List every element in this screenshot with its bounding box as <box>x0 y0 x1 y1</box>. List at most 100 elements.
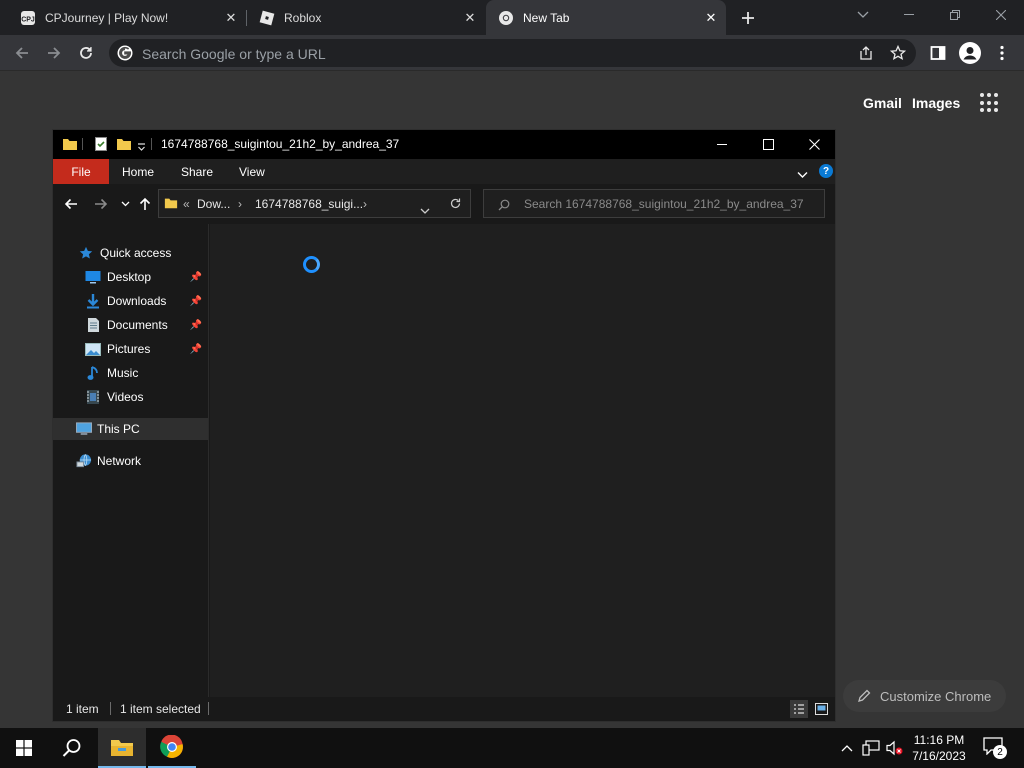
notification-count-badge: 2 <box>993 745 1007 759</box>
nav-item-network[interactable]: Network <box>53 450 208 472</box>
google-icon <box>117 45 133 61</box>
breadcrumb-overflow[interactable]: « <box>183 197 190 211</box>
pin-icon[interactable]: 📌 <box>190 320 202 331</box>
tab-file[interactable]: File <box>53 159 109 184</box>
clock-time: 11:16 PM <box>913 733 965 747</box>
back-button[interactable] <box>10 41 34 65</box>
pin-icon[interactable]: 📌 <box>190 344 202 355</box>
customize-qat-icon[interactable] <box>137 139 146 157</box>
taskbar-search-button[interactable] <box>48 728 96 768</box>
picture-icon <box>85 341 101 357</box>
taskbar-chrome[interactable] <box>148 728 196 768</box>
google-apps-icon[interactable] <box>980 93 1000 113</box>
chrome-icon <box>498 10 514 26</box>
close-window-button[interactable] <box>978 0 1024 30</box>
nav-label: Network <box>97 454 142 468</box>
file-list-pane[interactable] <box>210 224 835 697</box>
explorer-minimize-button[interactable] <box>699 130 745 159</box>
nav-item-videos[interactable]: Videos <box>53 386 208 408</box>
chrome-icon <box>160 735 183 758</box>
profile-avatar-icon[interactable] <box>958 41 982 65</box>
network-status-icon[interactable] <box>862 739 880 757</box>
toolbar-divider <box>151 138 152 150</box>
explorer-back-button[interactable] <box>61 194 81 214</box>
tab-cpjourney[interactable]: CPJ CPJourney | Play Now! ✕ <box>8 0 246 35</box>
new-tab-button[interactable] <box>737 7 759 29</box>
gmail-link[interactable]: Gmail <box>863 95 902 111</box>
close-tab-icon[interactable]: ✕ <box>702 9 720 27</box>
minimize-button[interactable] <box>886 0 932 30</box>
address-history-icon[interactable] <box>420 201 430 219</box>
explorer-search-box[interactable]: Search 1674788768_suigintou_21h2_by_andr… <box>483 189 825 218</box>
recent-locations-icon[interactable] <box>115 194 135 214</box>
share-icon[interactable] <box>858 45 874 66</box>
taskbar-file-explorer[interactable] <box>98 728 146 768</box>
nav-label: Downloads <box>107 294 167 308</box>
file-explorer-window: 1674788768_suigintou_21h2_by_andrea_37 F… <box>52 129 836 722</box>
pin-icon[interactable]: 📌 <box>190 272 202 283</box>
tab-new-tab[interactable]: New Tab ✕ <box>486 0 726 35</box>
nav-item-downloads[interactable]: Downloads 📌 <box>53 290 208 312</box>
expand-ribbon-icon[interactable] <box>797 166 808 184</box>
chrome-tab-strip: CPJ CPJourney | Play Now! ✕ Roblox ✕ New… <box>0 0 1024 35</box>
system-clock[interactable]: 11:16 PM 7/16/2023 <box>910 732 968 764</box>
nav-item-this-pc[interactable]: This PC <box>53 418 208 440</box>
video-icon <box>85 389 101 405</box>
cpjourney-icon: CPJ <box>20 10 36 26</box>
explorer-forward-button[interactable] <box>91 194 111 214</box>
forward-button[interactable] <box>42 41 66 65</box>
volume-muted-icon[interactable] <box>886 739 904 757</box>
tab-search-button[interactable] <box>840 0 886 30</box>
restore-button[interactable] <box>932 0 978 30</box>
details-view-icon[interactable] <box>790 700 808 718</box>
address-bar[interactable]: « Dow... › 1674788768_suigi... › <box>158 189 471 218</box>
status-divider <box>110 702 111 715</box>
search-icon <box>498 198 510 216</box>
start-button[interactable] <box>0 728 48 768</box>
large-icons-view-icon[interactable] <box>812 700 830 718</box>
action-center-button[interactable]: 2 <box>983 737 1007 759</box>
properties-icon[interactable] <box>93 136 109 157</box>
reload-button[interactable] <box>74 41 98 65</box>
tab-roblox[interactable]: Roblox ✕ <box>247 0 485 35</box>
breadcrumb-current-folder[interactable]: 1674788768_suigi... <box>255 197 363 211</box>
bookmark-star-icon[interactable] <box>889 44 907 66</box>
explorer-window-title: 1674788768_suigintou_21h2_by_andrea_37 <box>161 137 400 151</box>
help-icon[interactable]: ? <box>819 164 833 178</box>
nav-item-desktop[interactable]: Desktop 📌 <box>53 266 208 288</box>
folder-icon <box>164 196 178 215</box>
nav-label: Desktop <box>107 270 152 284</box>
breadcrumb-downloads[interactable]: Dow... <box>197 197 230 211</box>
breadcrumb-separator-icon[interactable]: › <box>238 197 242 211</box>
kebab-menu-icon[interactable] <box>990 41 1014 65</box>
side-panel-icon[interactable] <box>926 41 950 65</box>
nav-item-documents[interactable]: Documents 📌 <box>53 314 208 336</box>
explorer-maximize-button[interactable] <box>745 130 791 159</box>
breadcrumb-separator-icon[interactable]: › <box>363 197 367 211</box>
nav-label: Quick access <box>100 246 172 260</box>
omnibox[interactable]: Search Google or type a URL <box>109 39 916 67</box>
explorer-navigation-bar: « Dow... › 1674788768_suigi... › Search … <box>53 184 835 224</box>
search-placeholder: Search 1674788768_suigintou_21h2_by_andr… <box>524 197 804 211</box>
new-folder-icon[interactable] <box>116 136 132 157</box>
close-tab-icon[interactable]: ✕ <box>222 9 240 27</box>
show-hidden-icons-button[interactable] <box>838 739 856 757</box>
refresh-icon[interactable] <box>449 197 462 215</box>
nav-item-music[interactable]: Music <box>53 362 208 384</box>
network-globe-icon <box>76 453 92 469</box>
pin-icon[interactable]: 📌 <box>190 296 202 307</box>
tab-share[interactable]: Share <box>181 165 213 179</box>
customize-chrome-button[interactable]: Customize Chrome <box>843 680 1006 712</box>
tab-view[interactable]: View <box>239 165 265 179</box>
explorer-close-button[interactable] <box>791 130 837 159</box>
music-note-icon <box>85 365 101 381</box>
nav-label: Pictures <box>107 342 151 356</box>
nav-item-quick-access[interactable]: Quick access <box>53 242 208 264</box>
nav-label: Videos <box>107 390 144 404</box>
images-link[interactable]: Images <box>912 95 960 111</box>
up-one-level-button[interactable] <box>135 194 155 214</box>
tab-home[interactable]: Home <box>122 165 154 179</box>
nav-item-pictures[interactable]: Pictures 📌 <box>53 338 208 360</box>
tab-title: CPJourney | Play Now! <box>45 10 169 25</box>
close-tab-icon[interactable]: ✕ <box>461 9 479 27</box>
